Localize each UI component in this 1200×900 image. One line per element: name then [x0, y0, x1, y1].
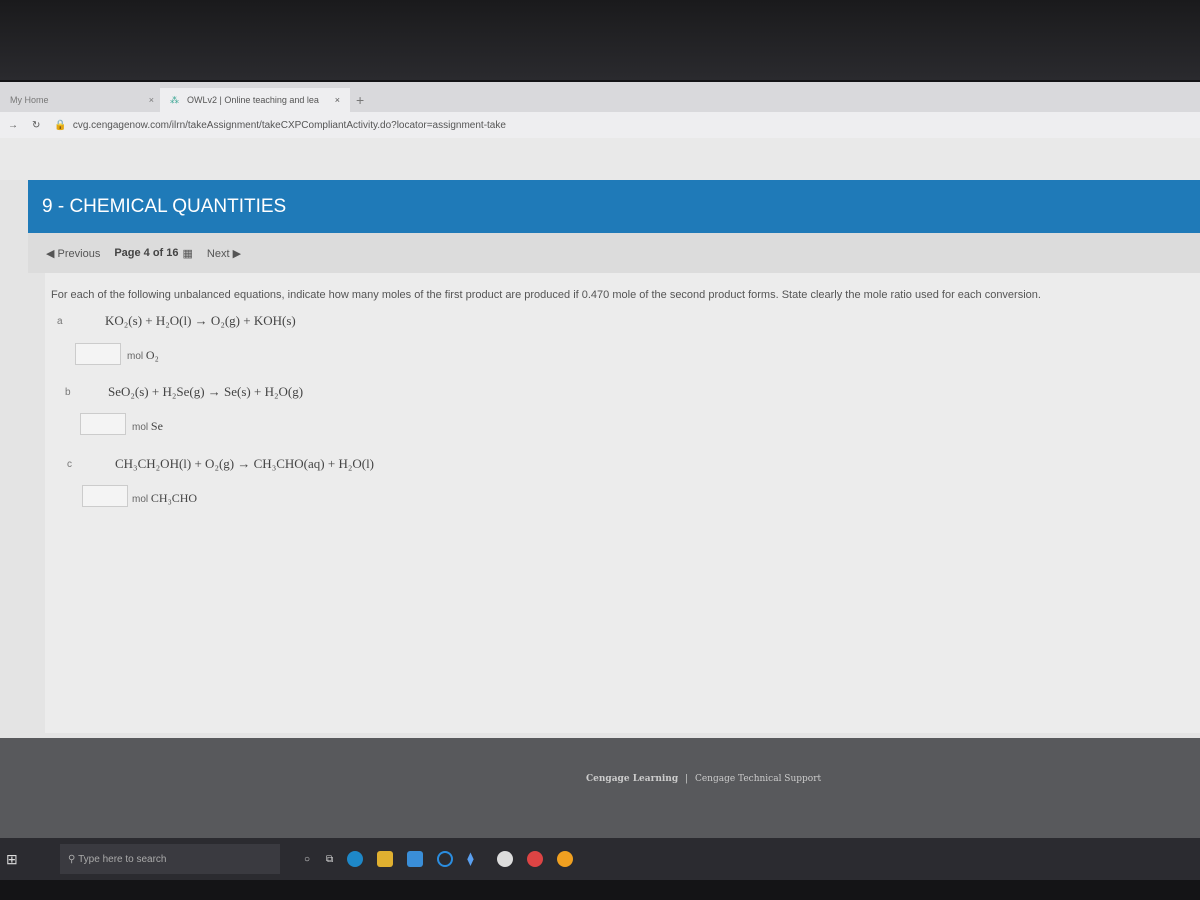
lock-icon: 🔒: [54, 119, 67, 131]
unit-prefix: mol: [132, 422, 149, 433]
search-icon: ⚲: [68, 853, 76, 865]
camera-icon[interactable]: [497, 851, 514, 867]
unit-a: mol O₂: [127, 348, 159, 363]
unit-formula: CH₃CHO: [150, 491, 198, 505]
question-area: For each of the following unbalanced equ…: [45, 273, 1200, 733]
app-icon[interactable]: [527, 851, 544, 867]
unit-prefix: mol: [132, 494, 149, 505]
equation-a: KO₂(s) + H₂O(l) → O₂(g) + KOH(s): [105, 313, 296, 328]
unit-formula: Se: [150, 419, 163, 433]
reload-icon[interactable]: ↻: [32, 120, 40, 131]
grid-icon[interactable]: ▦: [183, 247, 193, 260]
pagination: ◀ Previous Page 4 of 16 ▦ Next ▶: [28, 233, 1200, 273]
part-label: a: [57, 316, 63, 327]
equation-b: SeO₂(s) + H₂Se(g) → Se(s) + H₂O(g): [108, 384, 304, 399]
owl-logo-icon: ⁂: [170, 94, 179, 105]
page-indicator[interactable]: Page 4 of 16: [114, 247, 178, 259]
tab-label: OWLv2 | Online teaching and lea: [187, 95, 319, 105]
answer-input-a[interactable]: [75, 343, 121, 365]
separator: |: [685, 774, 689, 784]
equation-c: CH₃CH₂OH(l) + O₂(g) → CH₃CHO(aq) + H₂O(l…: [115, 456, 375, 471]
instructions: For each of the following unbalanced equ…: [51, 289, 1041, 301]
browser-tab-bar: My Home × ⁂ OWLv2 | Online teaching and le…: [0, 82, 1200, 112]
part-label: c: [67, 459, 72, 470]
monitor-bezel: [0, 0, 1200, 80]
taskbar: ⊞ ⚲ Type here to search ○ ⧉ ⧫: [0, 838, 1200, 880]
unit-prefix: mol: [127, 351, 144, 362]
footer: Cengage Learning | Cengage Technical Sup…: [0, 738, 1200, 838]
page-title: 9 - CHEMICAL QUANTITIES: [28, 180, 1200, 233]
cortana-icon[interactable]: ○: [304, 854, 310, 865]
cengage-learning-link[interactable]: Cengage Learning: [586, 774, 678, 784]
tab-label: My Home: [10, 95, 49, 105]
dropbox-icon[interactable]: ⧫: [467, 851, 483, 867]
technical-support-link[interactable]: Cengage Technical Support: [695, 774, 821, 784]
footer-links: Cengage Learning | Cengage Technical Sup…: [586, 774, 821, 784]
unit-formula: O₂: [145, 348, 159, 362]
taskbar-search[interactable]: ⚲ Type here to search: [60, 844, 280, 874]
url-field[interactable]: cvg.cengagenow.com/ilrn/takeAssignment/t…: [73, 120, 506, 131]
unit-b: mol Se: [132, 419, 163, 434]
tab-owlv2[interactable]: ⁂ OWLv2 | Online teaching and lea ×: [160, 88, 350, 112]
next-label: Next: [206, 247, 230, 260]
unit-c: mol CH₃CHO: [132, 491, 197, 506]
task-view-icon[interactable]: ⧉: [326, 854, 333, 865]
forward-icon[interactable]: →: [8, 120, 18, 131]
tab-my-home[interactable]: My Home ×: [10, 88, 160, 112]
answer-input-b[interactable]: [80, 413, 126, 435]
close-icon[interactable]: ×: [149, 95, 154, 105]
search-placeholder: Type here to search: [78, 853, 167, 865]
cortana-app-icon[interactable]: [437, 851, 454, 867]
next-button[interactable]: Next ▶: [207, 247, 241, 260]
chrome-icon[interactable]: [557, 851, 574, 867]
part-label: b: [65, 387, 71, 398]
file-explorer-icon[interactable]: [377, 851, 394, 867]
address-bar: → ↻ 🔒 cvg.cengagenow.com/ilrn/takeAssign…: [0, 112, 1200, 138]
answer-input-c[interactable]: [82, 485, 128, 507]
page-top: [0, 138, 1200, 180]
close-icon[interactable]: ×: [335, 95, 340, 105]
page: 9 - CHEMICAL QUANTITIES ◀ Previous Page …: [0, 138, 1200, 838]
previous-label: Previous: [57, 247, 101, 260]
previous-button[interactable]: ◀ Previous: [46, 247, 100, 260]
edge-icon[interactable]: [347, 851, 364, 867]
windows-start-icon[interactable]: ⊞: [6, 851, 18, 868]
new-tab-button[interactable]: +: [356, 88, 364, 112]
mail-icon[interactable]: [407, 851, 424, 867]
